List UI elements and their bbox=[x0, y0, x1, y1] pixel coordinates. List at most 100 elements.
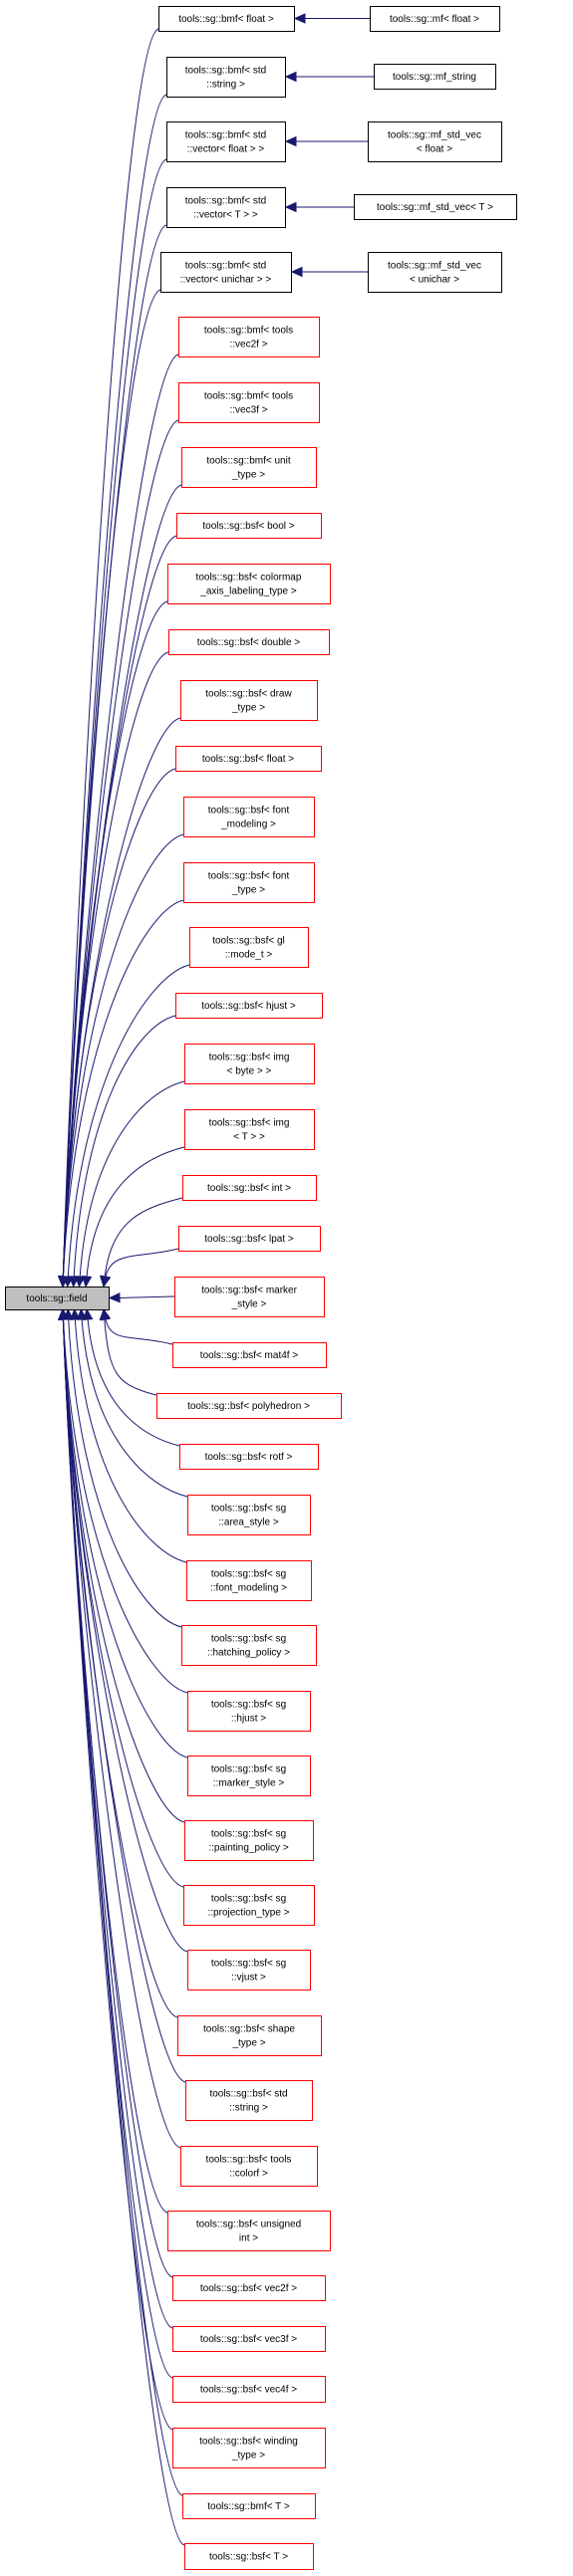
node-label-line: tools::sg::bsf< int > bbox=[207, 1183, 291, 1194]
node-bsf-img-byte[interactable]: tools::sg::bsf< img< byte > > bbox=[184, 1044, 315, 1084]
node-bsf-font-modeling[interactable]: tools::sg::bsf< font_modeling > bbox=[183, 797, 315, 837]
node-bsf-tools-colorf[interactable]: tools::sg::bsf< tools::colorf > bbox=[180, 2146, 318, 2187]
node-label-line: ::vector< float > > bbox=[187, 144, 265, 155]
node-box bbox=[189, 927, 309, 968]
inheritance-edge bbox=[62, 224, 167, 1278]
node-bsf-colormap-axis-labeling-type[interactable]: tools::sg::bsf< colormap_axis_labeling_t… bbox=[167, 564, 331, 604]
node-bmf-float[interactable]: tools::sg::bmf< float > bbox=[158, 6, 295, 32]
node-label-line: tools::sg::bsf< mat4f > bbox=[200, 1350, 299, 1361]
node-bmf-std-vector-t[interactable]: tools::sg::bmf< std::vector< T > > bbox=[166, 187, 286, 228]
node-label-line: tools::sg::bmf< std bbox=[185, 261, 266, 272]
node-label-line: tools::sg::field bbox=[26, 1293, 87, 1304]
inheritance-edge bbox=[62, 833, 184, 1278]
node-mf-std-vec-unichar[interactable]: tools::sg::mf_std_vec< unichar > bbox=[368, 252, 502, 293]
node-box bbox=[187, 1756, 311, 1796]
node-label-line: tools::sg::bmf< std bbox=[185, 130, 266, 141]
node-label-line: < unichar > bbox=[410, 275, 459, 286]
node-bsf-shape-type[interactable]: tools::sg::bsf< shape_type > bbox=[177, 2015, 322, 2056]
node-bsf-winding-type[interactable]: tools::sg::bsf< winding_type > bbox=[172, 2428, 326, 2468]
node-label-line: tools::sg::bsf< sg bbox=[211, 1504, 286, 1515]
node-bsf-polyhedron[interactable]: tools::sg::bsf< polyhedron > bbox=[156, 1393, 342, 1419]
node-bsf-lpat[interactable]: tools::sg::bsf< lpat > bbox=[178, 1226, 321, 1252]
node-bsf-sg-hjust[interactable]: tools::sg::bsf< sg::hjust > bbox=[187, 1691, 311, 1732]
node-box bbox=[180, 2146, 318, 2187]
node-box bbox=[183, 862, 315, 903]
inheritance-edge bbox=[62, 535, 177, 1278]
node-bsf-float[interactable]: tools::sg::bsf< float > bbox=[175, 746, 322, 772]
node-bmf-std-vector-unichar[interactable]: tools::sg::bmf< std::vector< unichar > > bbox=[160, 252, 292, 293]
node-bsf-double[interactable]: tools::sg::bsf< double > bbox=[168, 629, 330, 655]
node-bsf-sg-marker-style[interactable]: tools::sg::bsf< sg::marker_style > bbox=[187, 1756, 311, 1796]
node-label-line: ::mode_t > bbox=[225, 950, 273, 961]
node-bsf-sg-hatching-policy[interactable]: tools::sg::bsf< sg::hatching_policy > bbox=[181, 1625, 317, 1666]
node-bsf-int[interactable]: tools::sg::bsf< int > bbox=[182, 1175, 317, 1201]
node-bmf-tools-vec3f[interactable]: tools::sg::bmf< tools::vec3f > bbox=[178, 382, 320, 423]
node-label-line: tools::sg::mf< float > bbox=[390, 14, 479, 25]
node-box bbox=[177, 2015, 322, 2056]
node-label-line: ::marker_style > bbox=[213, 1778, 285, 1789]
inheritance-diagram: tools::sg::fieldtools::sg::bmf< float > t… bbox=[5, 6, 517, 2570]
node-bsf-draw-type[interactable]: tools::sg::bsf< draw_type > bbox=[180, 680, 318, 721]
node-bsf-vec4f[interactable]: tools::sg::bsf< vec4f > bbox=[172, 2376, 326, 2403]
arrow-head-icon bbox=[290, 266, 303, 278]
node-label-line: tools::sg::mf_std_vec bbox=[388, 261, 481, 272]
node-bsf-sg-projection-type[interactable]: tools::sg::bsf< sg::projection_type > bbox=[183, 1885, 315, 1926]
node-bsf-sg-font-modeling[interactable]: tools::sg::bsf< sg::font_modeling > bbox=[186, 1560, 312, 1601]
node-label-line: tools::sg::bsf< font bbox=[208, 871, 290, 882]
node-label-line: ::vec3f > bbox=[229, 405, 267, 416]
node-label-line: tools::sg::bsf< bool > bbox=[202, 521, 294, 532]
node-bsf-sg-area-style[interactable]: tools::sg::bsf< sg::area_style > bbox=[187, 1495, 311, 1535]
node-bsf-hjust[interactable]: tools::sg::bsf< hjust > bbox=[175, 993, 323, 1019]
node-label-line: tools::sg::bmf< unit bbox=[206, 456, 290, 467]
inheritance-edge bbox=[105, 1248, 179, 1278]
node-mf-std-vec-t[interactable]: tools::sg::mf_std_vec< T > bbox=[354, 194, 517, 220]
arrow-head-icon bbox=[284, 71, 297, 83]
node-box bbox=[167, 564, 331, 604]
node-bsf-sg-vjust[interactable]: tools::sg::bsf< sg::vjust > bbox=[187, 1950, 311, 1991]
node-mf-string[interactable]: tools::sg::mf_string bbox=[374, 64, 496, 90]
node-bsf-img-t[interactable]: tools::sg::bsf< img< T > > bbox=[184, 1109, 315, 1150]
node-label-line: tools::sg::bsf< rotf > bbox=[205, 1452, 293, 1463]
node-box bbox=[184, 1044, 315, 1084]
node-bsf-vec3f[interactable]: tools::sg::bsf< vec3f > bbox=[172, 2326, 326, 2352]
node-field[interactable]: tools::sg::field bbox=[5, 1287, 110, 1310]
node-bmf-unit-type[interactable]: tools::sg::bmf< unit_type > bbox=[181, 447, 317, 488]
node-bsf-vec2f[interactable]: tools::sg::bsf< vec2f > bbox=[172, 2275, 326, 2301]
node-box bbox=[166, 121, 286, 162]
node-label-line: tools::sg::bsf< vec4f > bbox=[200, 2385, 297, 2396]
node-bsf-std-string[interactable]: tools::sg::bsf< std::string > bbox=[185, 2080, 313, 2121]
node-bsf-rotf[interactable]: tools::sg::bsf< rotf > bbox=[179, 1444, 319, 1470]
node-label-line: tools::sg::bsf< polyhedron > bbox=[187, 1401, 310, 1412]
inheritance-edge bbox=[62, 1318, 173, 2379]
node-bsf-sg-painting-policy[interactable]: tools::sg::bsf< sg::painting_policy > bbox=[184, 1820, 314, 1861]
node-label-line: < float > bbox=[417, 144, 452, 155]
node-box bbox=[174, 1277, 325, 1317]
node-bmf-std-string[interactable]: tools::sg::bmf< std::string > bbox=[166, 57, 286, 98]
arrow-head-icon bbox=[293, 13, 306, 24]
node-bmf-t[interactable]: tools::sg::bmf< T > bbox=[182, 2493, 316, 2519]
node-mf-float[interactable]: tools::sg::mf< float > bbox=[370, 6, 500, 32]
node-label-line: ::projection_type > bbox=[208, 1908, 290, 1919]
inheritance-edge bbox=[104, 1318, 157, 1396]
node-bsf-t[interactable]: tools::sg::bsf< T > bbox=[184, 2543, 314, 2570]
node-mf-std-vec-float[interactable]: tools::sg::mf_std_vec< float > bbox=[368, 121, 502, 162]
node-label-line: < T > > bbox=[233, 1132, 265, 1143]
node-bsf-bool[interactable]: tools::sg::bsf< bool > bbox=[176, 513, 322, 539]
node-label-line: tools::sg::bmf< std bbox=[185, 66, 266, 77]
node-box bbox=[187, 1495, 311, 1535]
node-label-line: ::colorf > bbox=[229, 2169, 268, 2180]
node-label-line: tools::sg::bsf< T > bbox=[209, 2552, 288, 2563]
node-bsf-font-type[interactable]: tools::sg::bsf< font_type > bbox=[183, 862, 315, 903]
node-bmf-std-vector-float[interactable]: tools::sg::bmf< std::vector< float > > bbox=[166, 121, 286, 162]
node-bsf-marker-style[interactable]: tools::sg::bsf< marker_style > bbox=[174, 1277, 325, 1317]
node-bmf-tools-vec2f[interactable]: tools::sg::bmf< tools::vec2f > bbox=[178, 317, 320, 357]
node-bsf-mat4f[interactable]: tools::sg::bsf< mat4f > bbox=[172, 1342, 327, 1368]
node-box bbox=[166, 187, 286, 228]
node-label-line: tools::sg::bsf< gl bbox=[212, 936, 285, 947]
node-bsf-unsigned-int[interactable]: tools::sg::bsf< unsignedint > bbox=[167, 2211, 331, 2251]
arrow-head-icon bbox=[284, 201, 297, 213]
node-box bbox=[186, 1560, 312, 1601]
node-label-line: _style > bbox=[231, 1299, 267, 1310]
node-bsf-gl-mode-t[interactable]: tools::sg::bsf< gl::mode_t > bbox=[189, 927, 309, 968]
arrow-head-icon bbox=[81, 1276, 93, 1288]
